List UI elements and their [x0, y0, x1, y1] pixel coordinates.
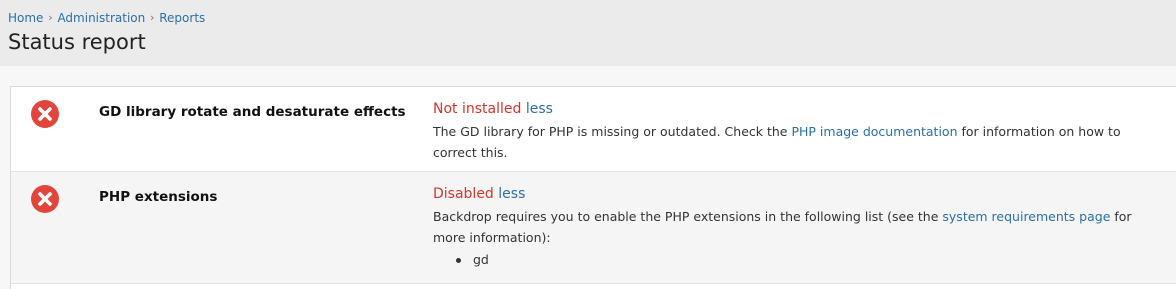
- breadcrumb-home-link[interactable]: Home: [8, 10, 43, 26]
- error-x-icon: [31, 185, 59, 213]
- status-row-php-extensions: PHP extensions Disabled less Backdrop re…: [11, 172, 1176, 284]
- row-status: Disabled less: [433, 184, 1133, 204]
- row-description: The GD library for PHP is missing or out…: [433, 121, 1133, 163]
- chevron-right-icon: ›: [48, 11, 53, 24]
- status-report-table: GD library rotate and desaturate effects…: [10, 86, 1176, 289]
- extension-list: gd: [433, 250, 1133, 270]
- description-text: The GD library for PHP is missing or out…: [433, 124, 792, 139]
- status-row-gd-library: GD library rotate and desaturate effects…: [11, 87, 1176, 172]
- status-text: Disabled: [433, 186, 494, 202]
- breadcrumb-administration-link[interactable]: Administration: [57, 10, 145, 26]
- toggle-details-link[interactable]: less: [526, 101, 553, 117]
- page-header: Home › Administration › Reports Status r…: [0, 0, 1176, 66]
- error-x-icon: [31, 100, 59, 128]
- php-image-documentation-link[interactable]: PHP image documentation: [791, 124, 957, 139]
- row-title: PHP extensions: [99, 189, 218, 205]
- status-text: Not installed: [433, 101, 522, 117]
- chevron-right-icon: ›: [150, 11, 155, 24]
- system-requirements-link[interactable]: system requirements page: [942, 209, 1110, 224]
- row-status: Not installed less: [433, 99, 1133, 119]
- description-text: Backdrop requires you to enable the PHP …: [433, 209, 943, 224]
- toggle-details-link[interactable]: less: [498, 186, 525, 202]
- breadcrumb: Home › Administration › Reports: [8, 10, 205, 26]
- page-title: Status report: [8, 30, 146, 54]
- list-item: gd: [453, 250, 1133, 270]
- row-title: GD library rotate and desaturate effects: [99, 104, 406, 120]
- row-description: Backdrop requires you to enable the PHP …: [433, 206, 1133, 270]
- breadcrumb-reports-link[interactable]: Reports: [159, 10, 205, 26]
